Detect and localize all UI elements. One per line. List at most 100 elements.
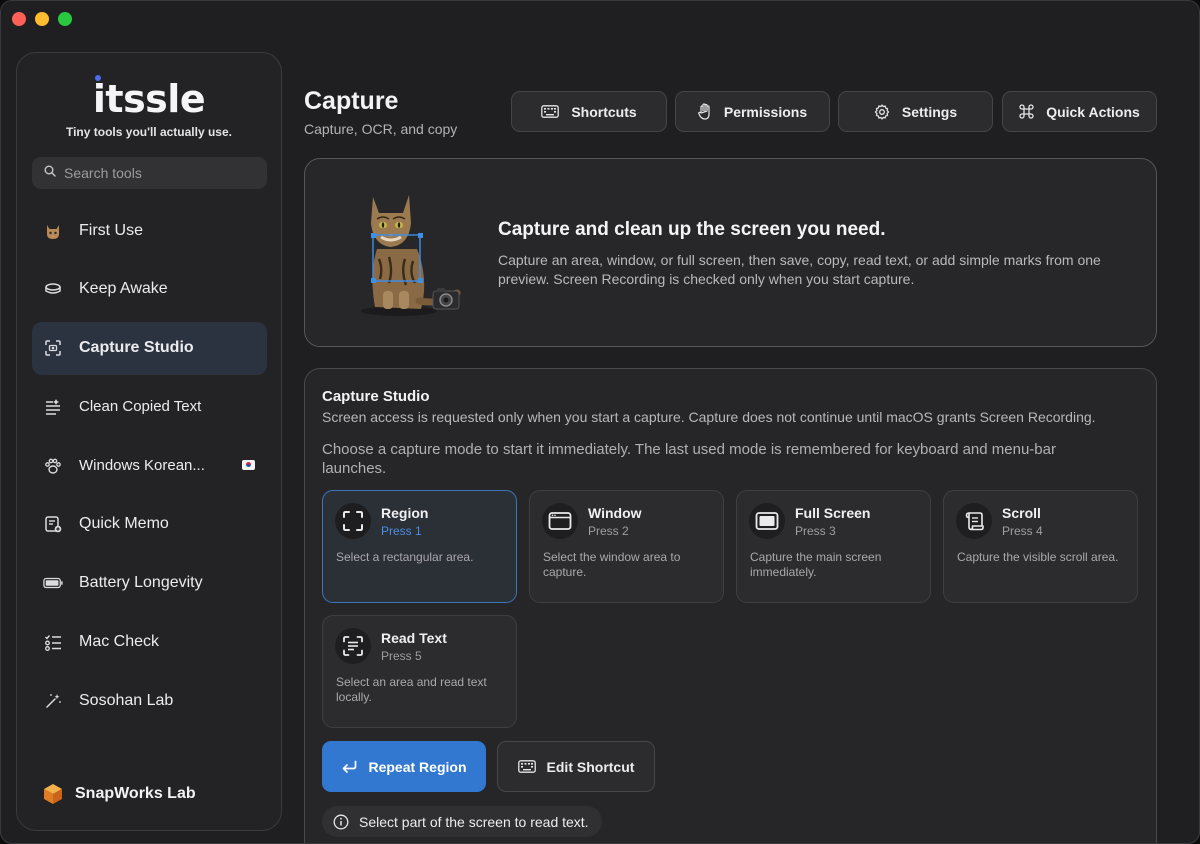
zoom-window-button[interactable] xyxy=(58,12,72,26)
window-icon xyxy=(542,503,578,539)
settings-button[interactable]: Settings xyxy=(838,91,993,132)
checklist-icon xyxy=(43,632,63,652)
mode-description: Capture the visible scroll area. xyxy=(957,550,1119,564)
mode-shortcut: Press 1 xyxy=(381,524,422,538)
sidebar-item-mac-check[interactable]: Mac Check xyxy=(32,616,267,669)
cat-icon xyxy=(43,221,63,241)
sidebar-item-keep-awake[interactable]: Keep Awake xyxy=(32,263,267,316)
brand-name: SnapWorks Lab xyxy=(75,785,196,802)
snapworks-logo-icon xyxy=(41,782,65,806)
keyboard-icon xyxy=(541,105,560,118)
mode-card-read-text[interactable]: Read Text Press 5 Select an area and rea… xyxy=(322,615,517,728)
sidebar-item-battery-longevity[interactable]: Battery Longevity xyxy=(32,557,267,610)
mode-title: Full Screen xyxy=(795,505,871,521)
sidebar-item-label: Keep Awake xyxy=(79,280,168,298)
sidebar-item-label: Windows Korean... xyxy=(79,457,205,475)
search-box[interactable] xyxy=(32,157,267,189)
logo-text: itssle xyxy=(92,77,206,121)
read-text-icon xyxy=(335,628,371,664)
mode-shortcut: Press 4 xyxy=(1002,524,1043,538)
korea-flag-icon xyxy=(242,460,255,471)
tagline: Tiny tools you'll actually use. xyxy=(65,125,232,139)
hero-card: Capture and clean up the screen you need… xyxy=(304,158,1157,347)
close-window-button[interactable] xyxy=(12,12,26,26)
hero-title: Capture and clean up the screen you need… xyxy=(498,219,886,240)
app-logo: itssle Tiny tools you'll actually use. xyxy=(17,75,281,139)
return-arrow-icon xyxy=(341,760,357,774)
mode-description: Select a rectangular area. xyxy=(336,550,474,564)
edit-shortcut-button[interactable]: Edit Shortcut xyxy=(497,741,655,792)
sidebar-item-capture-studio[interactable]: Capture Studio xyxy=(32,321,267,375)
repeat-region-label: Repeat Region xyxy=(368,758,467,775)
sidebar-item-quick-memo[interactable]: Quick Memo xyxy=(32,498,267,551)
minimize-window-button[interactable] xyxy=(35,12,49,26)
info-icon xyxy=(333,814,349,830)
battery-icon xyxy=(43,573,63,593)
mode-description: Capture the main screen immediately. xyxy=(750,550,882,579)
cat-illustration xyxy=(349,179,469,324)
mode-card-full-screen[interactable]: Full Screen Press 3 Capture the main scr… xyxy=(736,490,931,603)
edit-shortcut-label: Edit Shortcut xyxy=(546,758,635,775)
text-clean-icon xyxy=(43,397,63,417)
sidebar-item-label: Clean Copied Text xyxy=(79,398,202,416)
window-controls xyxy=(12,12,72,26)
hero-description: Capture an area, window, or full screen,… xyxy=(498,252,1101,287)
mode-card-window[interactable]: Window Press 2 Select the window area to… xyxy=(529,490,724,603)
brand-footer[interactable]: SnapWorks Lab xyxy=(41,782,196,806)
panel-title: Capture Studio xyxy=(322,388,430,405)
mode-title: Read Text xyxy=(381,630,447,646)
mode-description: Select an area and read text locally. xyxy=(336,675,487,704)
logo-dot-icon xyxy=(94,75,101,81)
permissions-label: Permissions xyxy=(723,103,808,120)
app-window: itssle Tiny tools you'll actually use. F… xyxy=(0,0,1200,844)
sidebar-item-label: Mac Check xyxy=(79,633,160,651)
sidebar-item-first-use[interactable]: First Use xyxy=(32,204,267,257)
mode-title: Region xyxy=(381,505,429,521)
shortcuts-button[interactable]: Shortcuts xyxy=(511,91,667,132)
page-title: Capture xyxy=(304,87,399,115)
command-icon xyxy=(1019,104,1034,119)
scroll-icon xyxy=(956,503,992,539)
sidebar-item-sosohan-lab[interactable]: Sosohan Lab xyxy=(32,674,267,727)
hint-text: Select part of the screen to read text. xyxy=(359,813,589,830)
sidebar-item-label: Quick Memo xyxy=(79,515,169,533)
sidebar-item-label: Sosohan Lab xyxy=(79,691,174,709)
search-input[interactable] xyxy=(64,165,254,181)
sidebar-item-windows-korean[interactable]: Windows Korean... xyxy=(32,439,267,492)
mode-shortcut: Press 5 xyxy=(381,649,422,663)
search-icon xyxy=(44,164,56,182)
sidebar-item-label: Capture Studio xyxy=(79,339,194,357)
cup-icon xyxy=(43,279,63,299)
quick-actions-label: Quick Actions xyxy=(1046,103,1140,120)
sidebar-item-clean-copied-text[interactable]: Clean Copied Text xyxy=(32,380,267,433)
capture-studio-panel: Capture Studio Screen access is requeste… xyxy=(304,368,1157,843)
sidebar-item-label: Battery Longevity xyxy=(79,574,203,592)
settings-label: Settings xyxy=(901,103,958,120)
permission-note: Screen access is requested only when you… xyxy=(322,409,1096,425)
sidebar: itssle Tiny tools you'll actually use. F… xyxy=(16,52,282,831)
tool-nav: First Use Keep Awake Capture Studio Clea… xyxy=(32,204,267,733)
mode-card-region[interactable]: Region Press 1 Select a rectangular area… xyxy=(322,490,517,603)
mode-title: Window xyxy=(588,505,642,521)
full-screen-icon xyxy=(749,503,785,539)
mode-title: Scroll xyxy=(1002,505,1041,521)
sidebar-item-label: First Use xyxy=(79,221,143,239)
page-subtitle: Capture, OCR, and copy xyxy=(304,121,458,137)
hint-pill: Select part of the screen to read text. xyxy=(322,806,602,837)
memo-icon xyxy=(43,514,63,534)
quick-actions-button[interactable]: Quick Actions xyxy=(1002,91,1157,132)
sparkle-icon xyxy=(43,691,63,711)
gear-icon xyxy=(874,103,890,120)
keyboard-icon xyxy=(517,760,536,773)
mode-shortcut: Press 2 xyxy=(588,524,629,538)
mode-shortcut: Press 3 xyxy=(795,524,836,538)
hand-icon xyxy=(697,103,712,120)
mode-card-scroll[interactable]: Scroll Press 4 Capture the visible scrol… xyxy=(943,490,1138,603)
panel-description: Choose a capture mode to start it immedi… xyxy=(322,441,1056,477)
shortcuts-label: Shortcuts xyxy=(571,103,637,120)
paw-icon xyxy=(43,456,63,476)
repeat-region-button[interactable]: Repeat Region xyxy=(322,741,486,792)
region-icon xyxy=(335,503,371,539)
permissions-button[interactable]: Permissions xyxy=(675,91,830,132)
capture-icon xyxy=(43,338,63,358)
